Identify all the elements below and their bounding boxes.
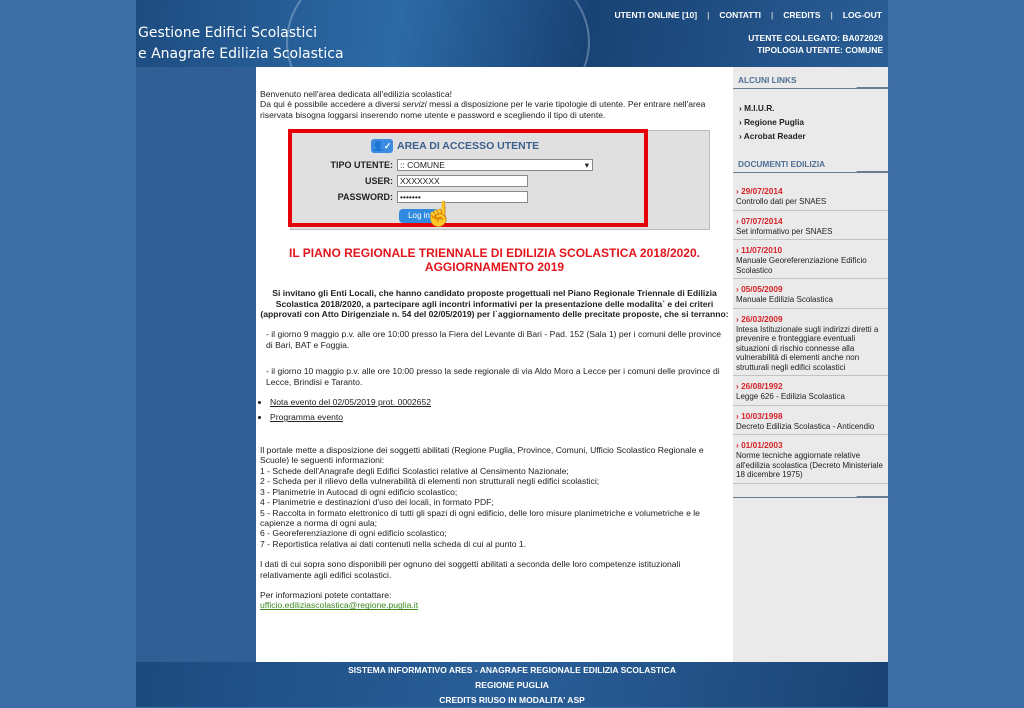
doc-date: › 10/03/1998 xyxy=(736,410,783,421)
user-type-label: TIPO UTENTE: xyxy=(330,160,394,171)
doc-date: › 26/03/2009 xyxy=(736,313,783,324)
nav-utenti-online[interactable]: UTENTI ONLINE [10] xyxy=(614,10,697,20)
intro-part: Da qui è possibile accedere a diversi xyxy=(260,99,403,110)
separator: | xyxy=(771,10,774,20)
doc-item[interactable]: › 01/01/2003 Norme tecniche aggiornate re… xyxy=(733,435,888,484)
footer-line: REGIONE PUGLIA xyxy=(475,680,549,690)
event-1: - il giorno 9 maggio p.v. alle ore 10:00… xyxy=(266,329,722,350)
login-box: 👤✓ AREA DI ACCESSO UTENTE TIPO UTENTE::: … xyxy=(288,129,710,231)
invite-text: Si invitano gli Enti Locali, che hanno c… xyxy=(260,288,729,320)
password-input[interactable]: ••••••• xyxy=(397,191,528,204)
top-nav: UTENTI ONLINE [10] | CONTATTI | CREDITS | L… xyxy=(614,10,882,20)
main-content: Benvenuto nell'area dedicata all'edilizi… xyxy=(256,67,733,662)
announcement-heading: IL PIANO REGIONALE TRIENNALE DI EDILIZIA… xyxy=(289,246,700,275)
page-container: Gestione Edifici Scolastici e Anagrafe E… xyxy=(136,0,888,707)
docs-list: › 29/07/2014 Controllo dati per SNAES › 07… xyxy=(733,181,888,484)
doc-title: Set informativo per SNAES xyxy=(736,226,833,236)
nota-evento-link[interactable]: Nota evento del 02/05/2019 prot. 0002652 xyxy=(270,397,431,407)
link-miur[interactable]: › M.I.U.R. xyxy=(739,101,888,115)
dropdown-arrow-icon: ▾ xyxy=(584,160,589,171)
doc-title: Manuale Edilizia Scolastica xyxy=(736,295,833,304)
doc-title: Decreto Edilizia Scolastica - Anticendio xyxy=(736,421,875,431)
availability-text: I dati di cui sopra sono disponibili per… xyxy=(260,559,681,580)
sidebar-divider xyxy=(733,484,888,498)
list-item: Programma evento xyxy=(270,410,729,425)
user-input[interactable]: XXXXXXX xyxy=(397,175,528,188)
doc-date: › 01/01/2003 xyxy=(736,440,783,450)
info-item: 4 - Planimetrie e destinazioni d'uso dei… xyxy=(260,497,494,508)
doc-date: › 26/08/1992 xyxy=(736,381,783,391)
programma-evento-link[interactable]: Programma evento xyxy=(270,412,343,422)
sidebar: ALCUNI LINKS › M.I.U.R. › Regione Puglia… xyxy=(733,67,888,662)
doc-item[interactable]: › 26/03/2009 Intesa Istituzionale sugli i… xyxy=(733,309,888,376)
link-acrobat-reader[interactable]: › Acrobat Reader xyxy=(739,129,888,143)
doc-item[interactable]: › 10/03/1998 Decreto Edilizia Scolastica … xyxy=(733,406,888,435)
link-regione-puglia[interactable]: › Regione Puglia xyxy=(739,115,888,129)
doc-date: › 11/07/2010 xyxy=(736,245,783,255)
doc-date: › 05/05/2009 xyxy=(736,284,783,294)
user-connected: UTENTE COLLEGATO: BA072029 xyxy=(748,33,883,43)
links-section-title: ALCUNI LINKS xyxy=(733,67,888,89)
info-item: 5 - Raccolta in formato elettronico di t… xyxy=(260,507,700,528)
site-title-line2: e Anagrafe Edilizia Scolastica xyxy=(138,46,344,62)
nav-credits[interactable]: CREDITS xyxy=(783,10,820,20)
site-title-line1: Gestione Edifici Scolastici xyxy=(138,25,317,41)
doc-date: › 07/07/2014 xyxy=(736,215,783,226)
links-list: › M.I.U.R. › Regione Puglia › Acrobat Re… xyxy=(733,89,888,151)
info-item: 3 - Planimetrie in Autocad di ogni edifi… xyxy=(260,486,458,497)
intro-emphasis: servizi xyxy=(402,99,427,110)
header: Gestione Edifici Scolastici e Anagrafe E… xyxy=(136,0,888,67)
doc-item[interactable]: › 26/08/1992 Legge 626 - Edilizia Scolast… xyxy=(733,376,888,406)
footer: SISTEMA INFORMATIVO ARES - ANAGRAFE REGI… xyxy=(136,662,888,707)
info-item: 7 - Reportistica relativa ai dati conten… xyxy=(260,538,527,549)
separator: | xyxy=(830,10,833,20)
info-list: 1 - Schede dell'Anagrafe degli Edifici S… xyxy=(260,466,729,549)
separator: | xyxy=(707,10,710,20)
contact-email-link[interactable]: ufficio.ediliziascolastica@regione.pugli… xyxy=(260,600,418,610)
info-item: 1 - Schede dell'Anagrafe degli Edifici S… xyxy=(260,465,569,476)
login-title: 👤✓ AREA DI ACCESSO UTENTE xyxy=(371,139,540,154)
docs-section-title: DOCUMENTI EDILIZIA xyxy=(733,151,888,173)
login-title-text: AREA DI ACCESSO UTENTE xyxy=(397,140,540,153)
welcome-text: Benvenuto nell'area dedicata all'edilizi… xyxy=(260,89,452,99)
intro-text: Da qui è possibile accedere a diversi se… xyxy=(260,99,729,120)
doc-item[interactable]: › 05/05/2009 Manuale Edilizia Scolastica xyxy=(733,279,888,309)
document-links: Nota evento del 02/05/2019 prot. 0002652… xyxy=(270,395,729,425)
user-type-value: :: COMUNE xyxy=(400,160,445,171)
doc-item[interactable]: › 07/07/2014 Set informativo per SNAES xyxy=(733,211,888,240)
password-label: PASSWORD: xyxy=(337,192,393,203)
doc-item[interactable]: › 29/07/2014 Controllo dati per SNAES xyxy=(733,181,888,211)
portal-intro: Il portale mette a disposizione dei sogg… xyxy=(260,445,704,466)
doc-item[interactable]: › 11/07/2010 Manuale Georeferenziazione E… xyxy=(733,240,888,279)
footer-credits[interactable]: CREDITS RIUSO IN MODALITA' ASP xyxy=(136,693,888,708)
doc-title: Intesa Istituzionale sugli indirizzi dir… xyxy=(736,324,879,372)
user-label: USER: xyxy=(364,176,393,187)
user-type-select[interactable]: :: COMUNE ▾ xyxy=(397,159,593,172)
event-2: - il giorno 10 maggio p.v. alle ore 10:0… xyxy=(266,366,720,387)
doc-date: › 29/07/2014 xyxy=(736,186,783,196)
info-item: 6 - Georeferenziazione di ogni edificio … xyxy=(260,528,447,539)
contact-label: Per informazioni potete contattare: xyxy=(260,589,392,600)
info-item: 2 - Scheda per il rilievo della vulnerab… xyxy=(260,476,600,487)
footer-line: SISTEMA INFORMATIVO ARES - ANAGRAFE REGI… xyxy=(348,665,676,675)
doc-title: Norme tecniche aggiornate relative all'e… xyxy=(736,451,883,479)
doc-title: Controllo dati per SNAES xyxy=(736,197,827,206)
doc-title: Manuale Georeferenziazione Edificio Scol… xyxy=(736,256,867,275)
user-type: TIPOLOGIA UTENTE: COMUNE xyxy=(757,45,883,55)
nav-contatti[interactable]: CONTATTI xyxy=(719,10,761,20)
doc-title: Legge 626 - Edilizia Scolastica xyxy=(736,392,845,401)
list-item: Nota evento del 02/05/2019 prot. 0002652 xyxy=(270,395,729,410)
user-check-icon: 👤✓ xyxy=(371,139,393,154)
nav-logout[interactable]: LOG-OUT xyxy=(843,10,882,20)
hand-cursor-icon: ☝ xyxy=(424,201,454,229)
